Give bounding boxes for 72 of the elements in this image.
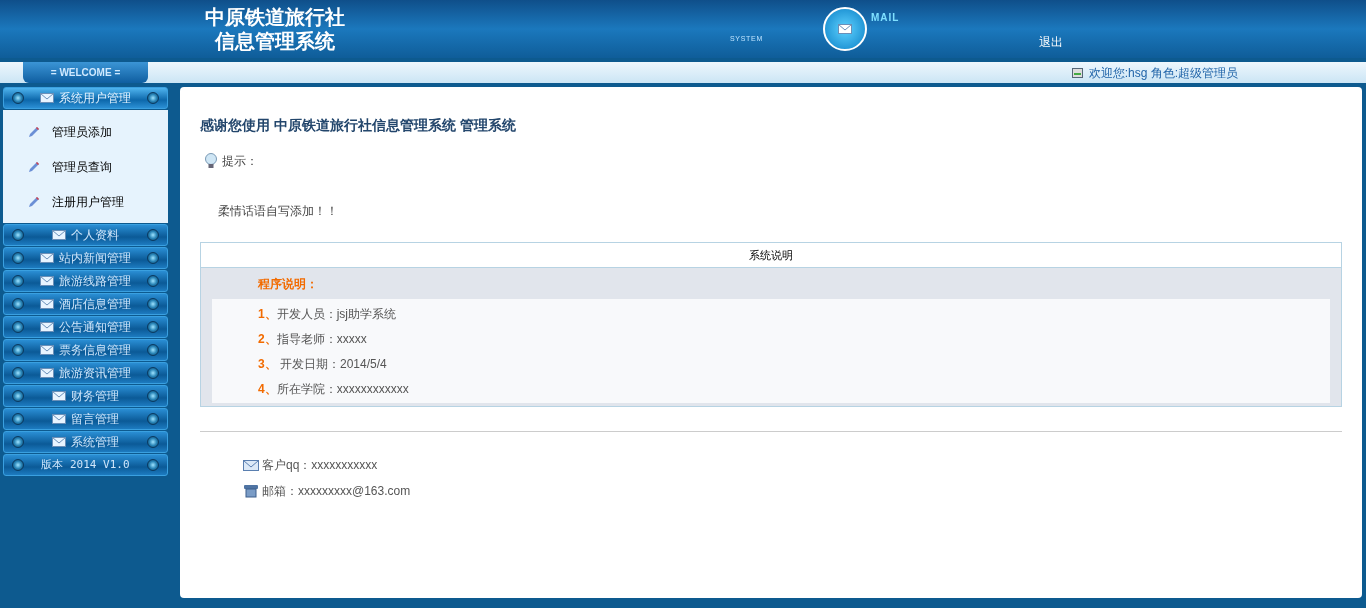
envelope-icon	[40, 322, 54, 332]
round-knob-icon	[147, 298, 159, 310]
menu-group-header[interactable]: 系统管理	[3, 431, 168, 453]
info-line: 4、所在学院：xxxxxxxxxxxx	[257, 380, 410, 398]
round-knob-icon	[147, 436, 159, 448]
menu-group-header[interactable]: 票务信息管理	[3, 339, 168, 361]
user-greeting: 欢迎您:hsg 角色:超级管理员	[1088, 64, 1238, 82]
program-notes-title: 程序说明：	[257, 275, 319, 293]
menu-group-header[interactable]: 公告通知管理	[3, 316, 168, 338]
envelope-icon	[52, 230, 66, 240]
round-knob-icon	[12, 252, 24, 264]
round-knob-icon	[12, 229, 24, 241]
welcome-heading: 感谢您使用 中原铁道旅行社信息管理系统 管理系统	[200, 116, 517, 135]
pencil-icon	[28, 195, 40, 208]
envelope-icon	[40, 276, 54, 286]
envelope-icon	[52, 391, 66, 401]
mail-label: MAIL	[871, 11, 900, 25]
info-line: 1、开发人员：jsj助学系统	[257, 305, 398, 323]
round-knob-icon	[12, 459, 24, 471]
round-knob-icon	[147, 229, 159, 241]
envelope-icon	[40, 93, 54, 103]
round-knob-icon	[12, 344, 24, 356]
menu-group-header[interactable]: 旅游线路管理	[3, 270, 168, 292]
envelope-icon	[40, 299, 54, 309]
submenu-item[interactable]: 注册用户管理	[3, 184, 168, 219]
pencil-icon	[28, 125, 40, 138]
round-knob-icon	[147, 390, 159, 402]
contact-text: 邮箱：xxxxxxxxx@163.com	[262, 483, 411, 500]
system-title: 中原铁道旅行社 信息管理系统	[204, 5, 346, 53]
envelope-icon	[52, 414, 66, 424]
round-knob-icon	[147, 413, 159, 425]
menu-group-header[interactable]: 财务管理	[3, 385, 168, 407]
round-knob-icon	[147, 92, 159, 104]
round-knob-icon	[12, 321, 24, 333]
round-knob-icon	[12, 367, 24, 379]
menu-group-header[interactable]: 酒店信息管理	[3, 293, 168, 315]
pencil-icon	[28, 160, 40, 173]
tip-label: 提示：	[222, 153, 258, 170]
round-knob-icon	[147, 252, 159, 264]
round-knob-icon	[147, 459, 159, 471]
round-knob-icon	[147, 321, 159, 333]
menu-group-header[interactable]: 个人资料	[3, 224, 168, 246]
round-knob-icon	[12, 413, 24, 425]
info-line: 2、指导老师：xxxxx	[257, 330, 368, 348]
lightbulb-icon	[204, 153, 218, 169]
submenu-item[interactable]: 管理员添加	[3, 114, 168, 149]
logout-link[interactable]: 退出	[1039, 33, 1064, 51]
telephone-icon	[243, 484, 259, 498]
menu-group-header[interactable]: 留言管理	[3, 408, 168, 430]
round-knob-icon	[147, 344, 159, 356]
version-bar: 版本 2014 V1.0	[3, 454, 168, 476]
contact-text: 客户qq：xxxxxxxxxxx	[262, 457, 378, 474]
envelope-icon	[838, 24, 852, 34]
envelope-icon	[40, 368, 54, 378]
envelope-icon	[40, 345, 54, 355]
round-knob-icon	[12, 275, 24, 287]
round-knob-icon	[12, 390, 24, 402]
menu-group-header[interactable]: 系统用户管理	[3, 87, 168, 109]
envelope-icon	[40, 253, 54, 263]
round-knob-icon	[147, 367, 159, 379]
submenu-item[interactable]: 管理员查询	[3, 149, 168, 184]
tip-message: 柔情话语自写添加！！	[218, 203, 339, 220]
envelope-icon	[243, 459, 259, 471]
monitor-icon	[1071, 67, 1083, 78]
round-knob-icon	[12, 92, 24, 104]
round-knob-icon	[12, 298, 24, 310]
round-knob-icon	[147, 275, 159, 287]
menu-group-header[interactable]: 旅游资讯管理	[3, 362, 168, 384]
envelope-icon	[52, 437, 66, 447]
menu-group-header[interactable]: 站内新闻管理	[3, 247, 168, 269]
round-knob-icon	[12, 436, 24, 448]
info-line: 3、 开发日期：2014/5/4	[257, 355, 388, 373]
